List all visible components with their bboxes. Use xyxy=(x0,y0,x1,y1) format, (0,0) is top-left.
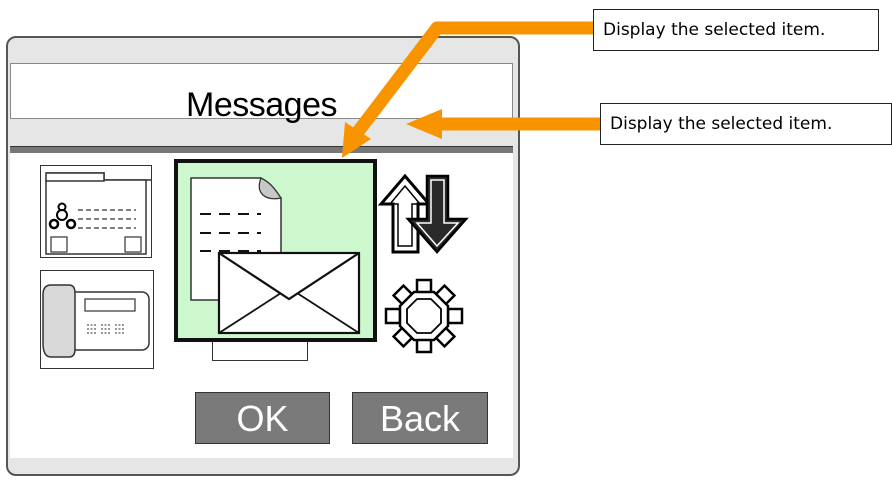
pointer-arrows xyxy=(342,21,600,158)
arrow-to-title xyxy=(406,109,600,139)
arrow-to-selected-item xyxy=(342,21,593,158)
